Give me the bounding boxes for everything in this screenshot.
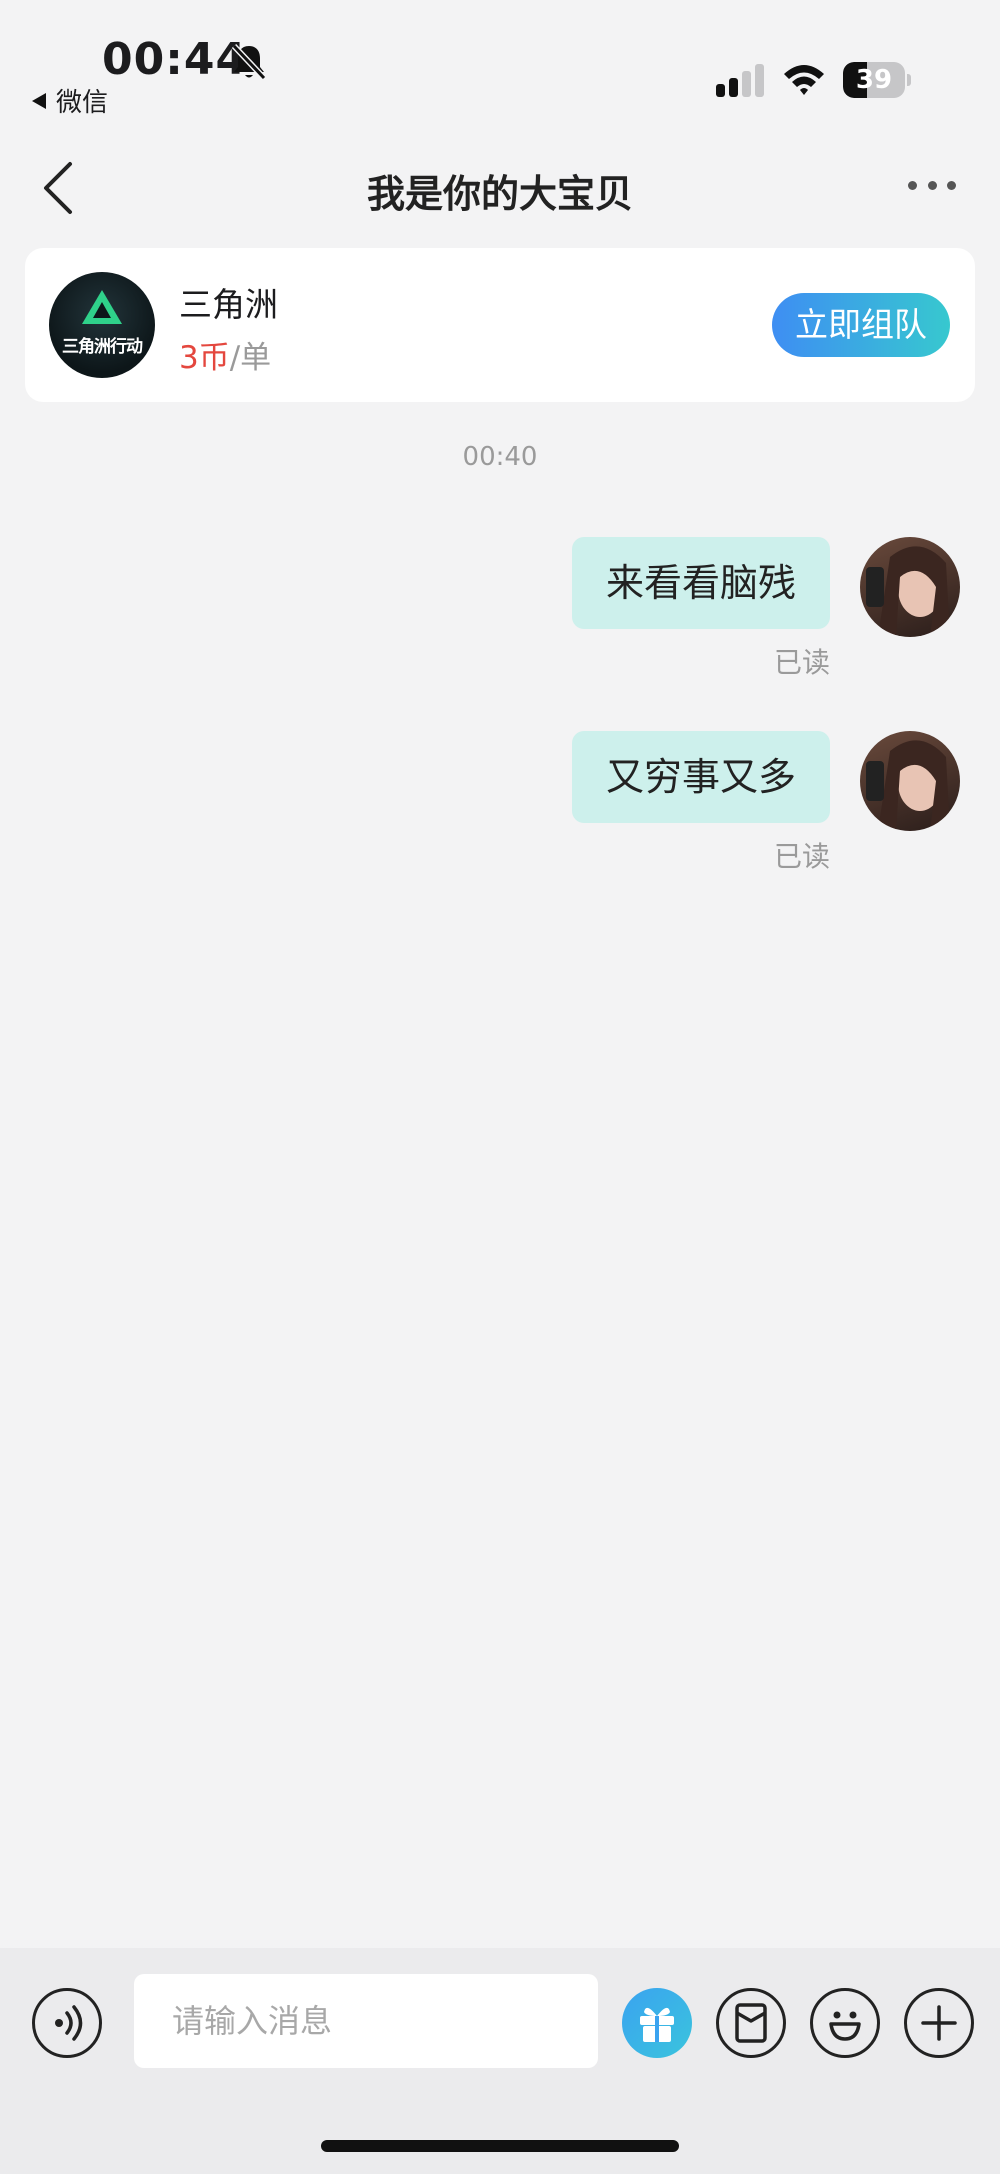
emoji-icon[interactable] (810, 1988, 880, 2058)
wifi-icon (784, 65, 824, 95)
game-logo: 三角洲行动 (49, 272, 155, 378)
back-to-app-link[interactable]: 微信 (32, 82, 108, 119)
game-price: 3币/单 (179, 332, 271, 377)
team-up-button[interactable]: 立即组队 (772, 293, 950, 357)
voice-icon[interactable] (32, 1988, 102, 2058)
red-packet-glyph (735, 2003, 767, 2043)
game-name: 三角洲 (179, 285, 278, 324)
message-input[interactable] (134, 1974, 598, 2068)
battery-icon: 39 (843, 62, 911, 98)
red-packet-icon[interactable] (716, 1988, 786, 2058)
game-card[interactable]: 三角洲行动 三角洲 3币/单 立即组队 (25, 248, 975, 402)
avatar[interactable] (860, 537, 960, 637)
avatar[interactable] (860, 731, 960, 831)
gift-glyph (640, 2007, 674, 2042)
battery-cap (907, 74, 911, 86)
more-dot (908, 180, 917, 190)
message-item: 来看看脑残 已读 (260, 537, 960, 697)
more-dot (947, 180, 956, 190)
status-time: 00:44 (102, 34, 248, 85)
battery-level: 39 (855, 65, 893, 95)
price-value: 3币 (179, 340, 230, 376)
chat-title: 我是你的大宝贝 (366, 172, 633, 216)
home-indicator[interactable] (321, 2140, 679, 2152)
message-item: 又穷事又多 已读 (260, 731, 960, 891)
chat-screen: 00:44 微信 39 我是你的大宝贝 三角洲行动 三角洲 3币/单 立即组队 … (0, 0, 1000, 2174)
message-bubble[interactable]: 又穷事又多 (571, 731, 830, 823)
signal-icon (716, 64, 764, 97)
avatar-photo (866, 740, 950, 831)
triangle-logo-icon (82, 290, 122, 324)
more-dot (927, 180, 937, 190)
avatar-photo (866, 546, 950, 637)
message-bubble[interactable]: 来看看脑残 (571, 537, 830, 629)
voice-wave-glyph (55, 2005, 83, 2041)
bell-slash-icon (231, 43, 267, 81)
game-logo-text: 三角洲行动 (62, 337, 143, 357)
read-status: 已读 (773, 840, 830, 873)
read-status: 已读 (773, 646, 830, 679)
back-triangle-icon (32, 92, 46, 109)
price-unit: /单 (229, 340, 272, 376)
emoji-glyph (829, 2011, 861, 2041)
plus-icon[interactable] (904, 1988, 974, 2058)
back-app-label: 微信 (56, 88, 109, 118)
more-icon[interactable] (908, 178, 956, 192)
plus-glyph (921, 2005, 957, 2041)
gift-icon[interactable] (622, 1988, 692, 2058)
time-divider: 00:40 (462, 442, 538, 472)
